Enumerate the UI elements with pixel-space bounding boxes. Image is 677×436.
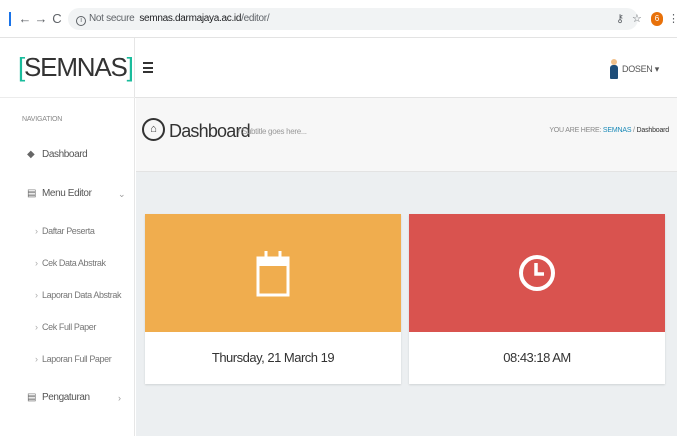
window-accent [9,12,11,26]
nav-header: NAVIGATION [22,116,63,123]
date-card-header [145,214,401,332]
sidebar-item-label: Menu Editor [42,188,92,199]
sidebar-subitem-laporan-full-paper[interactable]: › Laporan Full Paper [0,349,135,369]
more-icon[interactable]: ⋮ [668,11,677,27]
chevron-right-icon: › [35,226,38,236]
brand-logo[interactable]: [SEMNAS] [18,50,134,84]
info-icon[interactable]: i [76,16,86,26]
main-content: ⌂ Dashboard / Subtitle goes here... YOU … [136,98,677,436]
sidebar-item-dashboard[interactable]: ◆ Dashboard [0,144,135,166]
chevron-right-icon: › [35,258,38,268]
url-path: /editor/ [241,13,270,24]
reload-icon[interactable]: C [50,11,64,27]
file-icon: ▤ [27,188,37,199]
breadcrumb: YOU ARE HERE: SEMNAS / Dashboard [549,127,669,134]
browser-toolbar: ← → C i Not secure semnas.darmajaya.ac.id… [0,0,677,38]
sidebar: [SEMNAS] NAVIGATION ◆ Dashboard ▤ Menu E… [0,38,135,436]
date-card: Thursday, 21 March 19 [145,214,401,384]
time-card-header [409,214,665,332]
menu-toggle-icon[interactable] [143,62,153,73]
forward-icon[interactable]: → [34,11,48,27]
extension-icon[interactable]: 6 [651,12,663,26]
back-icon[interactable]: ← [18,11,32,27]
page-header: ⌂ Dashboard / Subtitle goes here... YOU … [136,98,677,172]
breadcrumb-current: Dashboard [636,127,670,134]
time-card: 08:43:18 AM [409,214,665,384]
top-header: DOSEN ▾ [135,38,677,98]
url-host: semnas.darmajaya.ac.id [139,13,242,24]
chevron-right-icon: › [118,393,121,403]
brand-area: [SEMNAS] [0,38,135,98]
sidebar-item-menu-editor[interactable]: ▤ Menu Editor ⌄ [0,183,135,205]
sidebar-subitem-laporan-data-abstrak[interactable]: › Laporan Data Abstrak [0,285,135,305]
security-label: Not secure [89,13,135,24]
address-bar[interactable]: i Not secure semnas.darmajaya.ac.id/edito… [68,8,638,30]
chevron-right-icon: › [35,322,38,332]
date-text: Thursday, 21 March 19 [211,350,335,365]
star-icon[interactable]: ☆ [632,11,642,27]
sidebar-item-label: Pengaturan [42,392,90,403]
breadcrumb-link-semnas[interactable]: SEMNAS [603,127,632,134]
sidebar-item-pengaturan[interactable]: ▤ Pengaturan › [0,387,135,409]
dashboard-icon: ◆ [27,149,35,160]
time-text: 08:43:18 AM [503,350,571,365]
page-subtitle: / Subtitle goes here... [238,127,307,136]
sidebar-subitem-cek-full-paper[interactable]: › Cek Full Paper [0,317,135,337]
user-menu[interactable]: DOSEN ▾ [610,58,659,80]
sidebar-item-label: Dashboard [42,149,88,160]
key-icon[interactable]: ⚷ [616,11,624,27]
chevron-down-icon: ⌄ [118,189,126,199]
file-icon: ▤ [27,392,37,403]
user-label: DOSEN ▾ [622,64,659,74]
sidebar-subitem-daftar-peserta[interactable]: › Daftar Peserta [0,221,135,241]
calendar-icon [256,251,290,297]
chevron-right-icon: › [35,354,38,364]
chevron-right-icon: › [35,290,38,300]
user-avatar-icon [610,59,618,79]
home-icon: ⌂ [142,118,165,141]
clock-icon [519,255,555,291]
sidebar-subitem-cek-data-abstrak[interactable]: › Cek Data Abstrak [0,253,135,273]
